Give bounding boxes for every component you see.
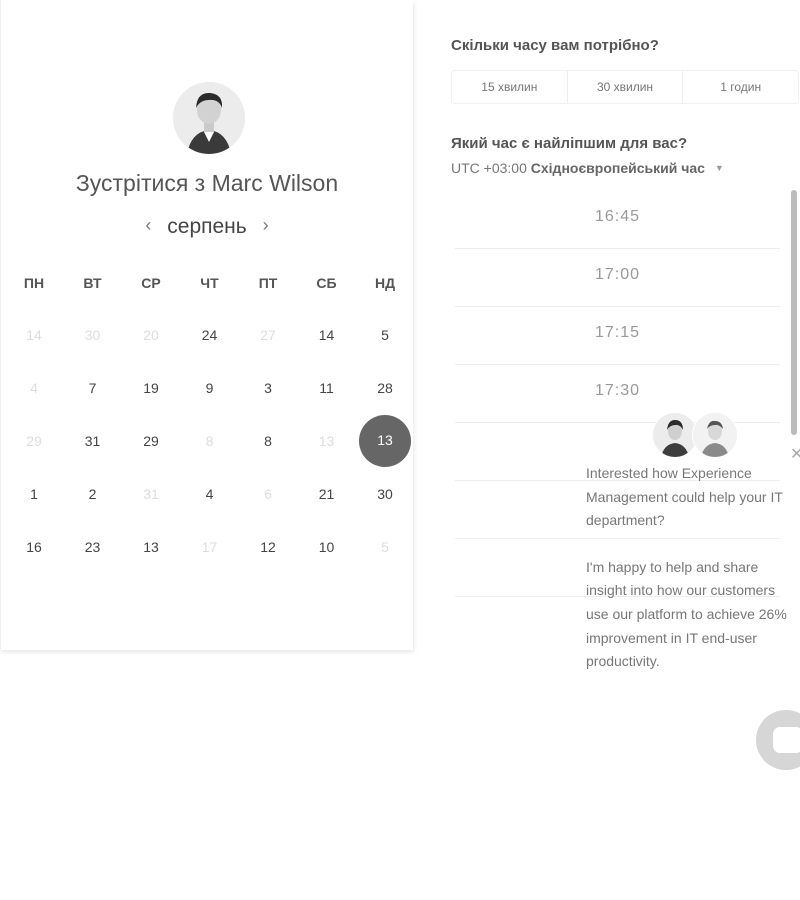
calendar-day[interactable]: 29 (122, 424, 180, 458)
host-avatar (173, 82, 245, 154)
calendar-day: 27 (260, 327, 276, 343)
chat-launcher-button[interactable] (756, 710, 800, 770)
weekday-label: ЧТ (200, 275, 219, 291)
calendar-day[interactable]: 8 (239, 424, 297, 458)
time-slot[interactable]: 17:15 (455, 308, 780, 365)
caret-down-icon: ▼ (714, 163, 724, 173)
scheduler-card: Зустрітися з Marc Wilson ‹ серпень › ПН В… (0, 0, 413, 650)
calendar-day[interactable]: 4 (181, 477, 239, 511)
host-name: Marc Wilson (211, 170, 339, 196)
close-icon[interactable]: ✕ (790, 444, 800, 464)
time-slot[interactable]: 17:00 (455, 250, 780, 307)
calendar-day[interactable]: 21 (298, 477, 356, 511)
weekday-label: НД (374, 275, 396, 291)
calendar-day[interactable]: 1 (5, 477, 63, 511)
chat-bubble-icon (773, 727, 800, 753)
calendar-day[interactable]: 10 (298, 530, 356, 564)
calendar-day[interactable]: 30 (356, 477, 414, 511)
calendar-day: 4 (30, 380, 38, 396)
chevron-right-icon[interactable]: › (263, 215, 269, 236)
calendar-day[interactable]: 28 (356, 371, 414, 405)
chevron-left-icon[interactable]: ‹ (145, 215, 151, 236)
calendar-day[interactable]: 14 (298, 318, 356, 352)
calendar-day[interactable]: 3 (239, 371, 297, 405)
duration-option-30[interactable]: 30 хвилин (568, 71, 684, 103)
calendar-day[interactable]: 13 (122, 530, 180, 564)
meeting-title: Зустрітися з Marc Wilson (1, 170, 413, 197)
weekday-label: ПТ (258, 275, 278, 291)
calendar-day: 30 (84, 327, 101, 343)
calendar-day: 5 (381, 539, 389, 555)
calendar-day: 17 (201, 539, 218, 555)
timezone-offset: UTC +03:00 (451, 160, 527, 176)
calendar-day[interactable]: 12 (239, 530, 297, 564)
chat-message: Interested how Experience Management cou… (586, 462, 800, 697)
weekday-label: СБ (316, 275, 337, 291)
duration-question: Скільки часу вам потрібно? (451, 37, 659, 54)
calendar-day[interactable]: 5 (356, 318, 414, 352)
duration-option-60[interactable]: 1 годин (683, 71, 798, 103)
time-slot[interactable]: 16:45 (455, 192, 780, 249)
duration-selector: 15 хвилин 30 хвилин 1 годин (451, 70, 799, 104)
meeting-title-prefix: Зустрітися з (75, 170, 206, 196)
calendar-day: 20 (143, 327, 159, 343)
weekday-label: ВТ (83, 275, 102, 291)
calendar-day: 29 (26, 433, 42, 449)
calendar-day: 8 (205, 433, 214, 449)
calendar-day: 14 (26, 327, 42, 343)
timezone-selector[interactable]: UTC +03:00 Східноєвропейський час ▼ (451, 160, 724, 176)
calendar-day[interactable]: 2 (64, 477, 122, 511)
month-navigation: ‹ серпень › (1, 215, 413, 239)
calendar-day: 6 (264, 486, 272, 502)
calendar-day[interactable]: 7 (64, 371, 122, 405)
chat-message-1: Interested how Experience Management cou… (586, 465, 783, 529)
calendar-day[interactable]: 16 (5, 530, 63, 564)
calendar-day: 13 (318, 433, 335, 449)
calendar-day[interactable]: 23 (64, 530, 122, 564)
calendar-day-selected[interactable]: 13 (359, 415, 411, 467)
calendar-day: 31 (143, 486, 159, 502)
calendar-day[interactable]: 9 (181, 371, 239, 405)
calendar-day[interactable]: 19 (122, 371, 180, 405)
agent-avatar (692, 412, 738, 458)
weekday-label: СР (141, 275, 161, 291)
time-question: Який час є найліпшим для вас? (451, 135, 688, 152)
weekday-label: ПН (23, 275, 45, 291)
chat-message-2: I'm happy to help and share insight into… (586, 558, 787, 670)
duration-option-15[interactable]: 15 хвилин (452, 71, 568, 103)
chat-agent-avatars (652, 412, 742, 458)
timezone-name: Східноєвропейський час (530, 160, 705, 176)
calendar-day[interactable]: 31 (64, 424, 122, 458)
month-label: серпень (167, 215, 247, 238)
calendar-day[interactable]: 24 (181, 318, 239, 352)
slots-scrollbar[interactable] (791, 190, 797, 435)
calendar-day[interactable]: 11 (298, 371, 356, 405)
